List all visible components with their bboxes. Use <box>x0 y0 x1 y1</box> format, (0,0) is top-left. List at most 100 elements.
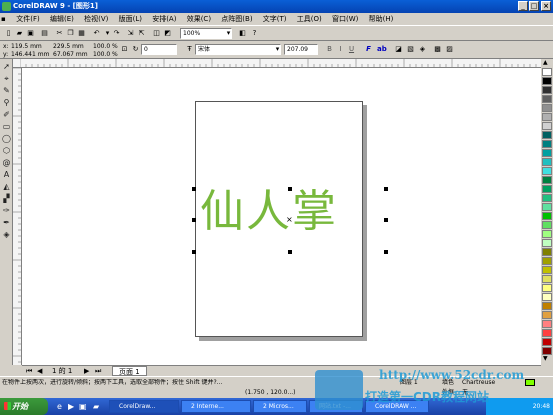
convert-curves-icon[interactable]: ◪ <box>394 45 403 54</box>
underline-button[interactable]: U <box>347 45 356 54</box>
artistic-text-object[interactable]: 仙人掌 <box>200 182 338 242</box>
transparency-icon[interactable]: ◧ <box>238 29 247 38</box>
corel-online-icon[interactable]: ◩ <box>163 29 172 38</box>
scale-height-value[interactable]: 100.0 <box>93 51 110 58</box>
palette-swatch[interactable] <box>542 68 552 76</box>
palette-swatch[interactable] <box>542 302 552 310</box>
palette-swatch[interactable] <box>542 275 552 283</box>
height-value[interactable]: 67.067 mm <box>53 51 88 58</box>
first-page-icon[interactable]: ⏮ <box>26 366 32 376</box>
rotate-icon[interactable]: ↻ <box>131 45 140 54</box>
fill-tool-icon[interactable]: ◈ <box>2 230 11 239</box>
palette-swatch[interactable] <box>542 167 552 175</box>
horizontal-ruler[interactable] <box>20 59 541 68</box>
edit-text-button[interactable]: ab <box>377 45 387 54</box>
selection-handle-top-left[interactable] <box>192 187 196 191</box>
knife-tool-icon[interactable]: ✎ <box>2 86 11 95</box>
palette-swatch[interactable] <box>542 122 552 130</box>
undo-dropdown-icon[interactable]: ▾ <box>103 29 112 38</box>
palette-swatch[interactable] <box>542 203 552 211</box>
quicklaunch-media-icon[interactable]: ▶ <box>68 402 74 411</box>
quicklaunch-desktop-icon[interactable]: ▣ <box>79 402 87 411</box>
rotation-angle-input[interactable]: 0 <box>141 44 177 55</box>
export-icon[interactable]: ⇱ <box>137 29 146 38</box>
prev-page-icon[interactable]: ◀ <box>37 366 42 376</box>
menu-window[interactable]: 窗口(W) <box>328 13 362 25</box>
minimize-button[interactable]: _ <box>518 1 528 11</box>
palette-swatch[interactable] <box>542 104 552 112</box>
width-value[interactable]: 229.5 mm <box>53 43 84 50</box>
selection-handle-middle-right[interactable] <box>384 218 388 222</box>
selection-handle-bottom-right[interactable] <box>384 250 388 254</box>
open-folder-icon[interactable]: ▰ <box>15 29 24 38</box>
y-position-value[interactable]: 146.441 mm <box>11 51 49 58</box>
palette-swatch[interactable] <box>542 176 552 184</box>
task-notepad[interactable]: 网站.txt -... <box>309 400 363 413</box>
coreldraw-app-icon[interactable] <box>2 2 11 11</box>
x-position-value[interactable]: 119.5 mm <box>11 43 42 50</box>
vertical-ruler[interactable] <box>13 68 22 365</box>
fit-text-icon[interactable]: ◈ <box>418 45 427 54</box>
next-page-icon[interactable]: ▶ <box>84 366 89 376</box>
palette-swatch[interactable] <box>542 284 552 292</box>
zoom-tool-icon[interactable]: ⚲ <box>2 98 11 107</box>
menu-file[interactable]: 文件(F) <box>12 13 44 25</box>
to-front-icon[interactable]: ▩ <box>433 45 442 54</box>
palette-swatch[interactable] <box>542 149 552 157</box>
palette-swatch[interactable] <box>542 266 552 274</box>
palette-swatch[interactable] <box>542 140 552 148</box>
interactive-fill-tool-icon[interactable]: ◭ <box>2 182 11 191</box>
palette-swatch[interactable] <box>542 239 552 247</box>
selection-handle-top-right[interactable] <box>384 187 388 191</box>
paste-icon[interactable]: ▦ <box>77 29 86 38</box>
spiral-tool-icon[interactable]: @ <box>2 158 11 167</box>
page-tab[interactable]: 页面 1 <box>112 366 147 376</box>
palette-swatch[interactable] <box>542 248 552 256</box>
palette-swatch[interactable] <box>542 347 552 355</box>
application-launcher-icon[interactable]: ◫ <box>152 29 161 38</box>
bold-button[interactable]: B <box>325 45 334 54</box>
close-button[interactable]: × <box>541 1 551 11</box>
new-file-icon[interactable]: ▯ <box>4 29 13 38</box>
palette-swatch[interactable] <box>542 158 552 166</box>
eyedropper-tool-icon[interactable]: ✑ <box>2 206 11 215</box>
menu-effects[interactable]: 效果(C) <box>183 13 215 25</box>
palette-swatch[interactable] <box>542 77 552 85</box>
menu-layout[interactable]: 版面(L) <box>115 13 146 25</box>
print-icon[interactable]: ▤ <box>40 29 49 38</box>
to-back-icon[interactable]: ▨ <box>445 45 454 54</box>
task-internet-explorer[interactable]: 2 Interne... <box>181 400 251 413</box>
blend-tool-icon[interactable]: ▞ <box>2 194 11 203</box>
text-tool-icon[interactable]: A <box>2 170 11 179</box>
selection-handle-bottom-center[interactable] <box>288 250 292 254</box>
ellipse-tool-icon[interactable]: ◯ <box>2 134 11 143</box>
selection-handle-top-center[interactable] <box>288 187 292 191</box>
menu-arrange[interactable]: 安排(A) <box>148 13 180 25</box>
palette-swatch[interactable] <box>542 185 552 193</box>
maximize-button[interactable]: □ <box>529 1 539 11</box>
palette-swatch[interactable] <box>542 329 552 337</box>
palette-swatch[interactable] <box>542 311 552 319</box>
fill-color-swatch[interactable] <box>525 379 535 386</box>
palette-scroll-down-icon[interactable]: ▼ <box>543 355 548 362</box>
freehand-tool-icon[interactable]: ✐ <box>2 110 11 119</box>
palette-swatch[interactable] <box>542 86 552 94</box>
menu-edit[interactable]: 编辑(E) <box>46 13 78 25</box>
palette-scroll-up-icon[interactable]: ▲ <box>543 59 548 66</box>
palette-swatch[interactable] <box>542 293 552 301</box>
palette-swatch[interactable] <box>542 131 552 139</box>
task-coreldraw-second[interactable]: CorelDRAW ... <box>365 400 429 413</box>
copy-icon[interactable]: ❐ <box>66 29 75 38</box>
lock-ratio-icon[interactable]: ⊡ <box>120 45 129 54</box>
palette-swatch[interactable] <box>542 212 552 220</box>
save-icon[interactable]: ▣ <box>26 29 35 38</box>
font-name-select[interactable]: 宋体 <box>195 44 281 55</box>
chevron-down-icon[interactable]: ▾ <box>273 45 282 54</box>
whats-this-help-icon[interactable]: ? <box>250 29 259 38</box>
palette-swatch[interactable] <box>542 221 552 229</box>
font-size-select[interactable]: 207.09 <box>284 44 318 55</box>
menu-view[interactable]: 检视(V) <box>80 13 112 25</box>
palette-swatch[interactable] <box>542 230 552 238</box>
polygon-tool-icon[interactable]: ⬡ <box>2 146 11 155</box>
palette-swatch[interactable] <box>542 113 552 121</box>
